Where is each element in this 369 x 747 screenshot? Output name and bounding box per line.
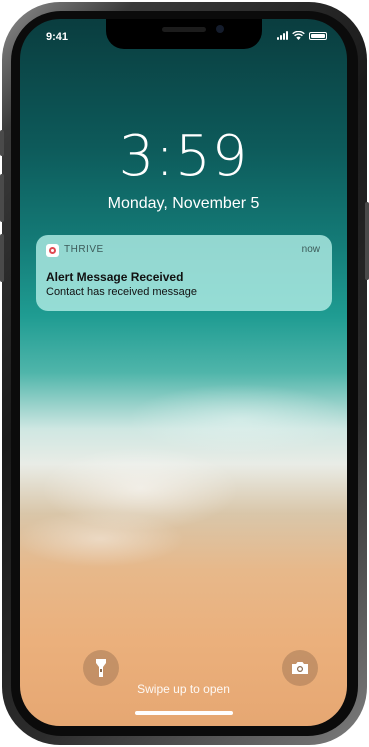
side-button [0,130,4,156]
notification-time: now [301,244,320,255]
home-indicator[interactable] [135,711,233,715]
power-button [365,202,369,280]
status-bar-icons [277,31,327,40]
flashlight-button[interactable] [83,650,119,686]
lock-screen-date: Monday, November 5 [107,195,260,212]
battery-icon [309,31,327,40]
notification-title: Alert Message Received [46,270,184,284]
volume-down-button [0,234,4,282]
flashlight-icon [96,659,106,677]
speaker-grille [162,27,206,32]
notch [106,19,262,49]
wifi-icon [292,31,305,40]
volume-up-button [0,174,4,222]
notification-body: Contact has received message [46,286,198,298]
lock-screen[interactable]: 9:41 3:59 Monday, November 5 THRIVE now … [20,19,347,726]
swipe-up-hint: Swipe up to open [137,682,230,696]
notification-app-name: THRIVE [64,244,104,255]
camera-button[interactable] [282,650,318,686]
front-camera [216,25,224,33]
status-bar-time: 9:41 [46,31,69,43]
thrive-app-icon [46,244,59,257]
signal-icon [277,31,288,40]
camera-icon [292,662,308,674]
lock-screen-time: 3:59 [118,124,249,189]
notification-card[interactable]: THRIVE now Alert Message Received Contac… [36,235,332,311]
